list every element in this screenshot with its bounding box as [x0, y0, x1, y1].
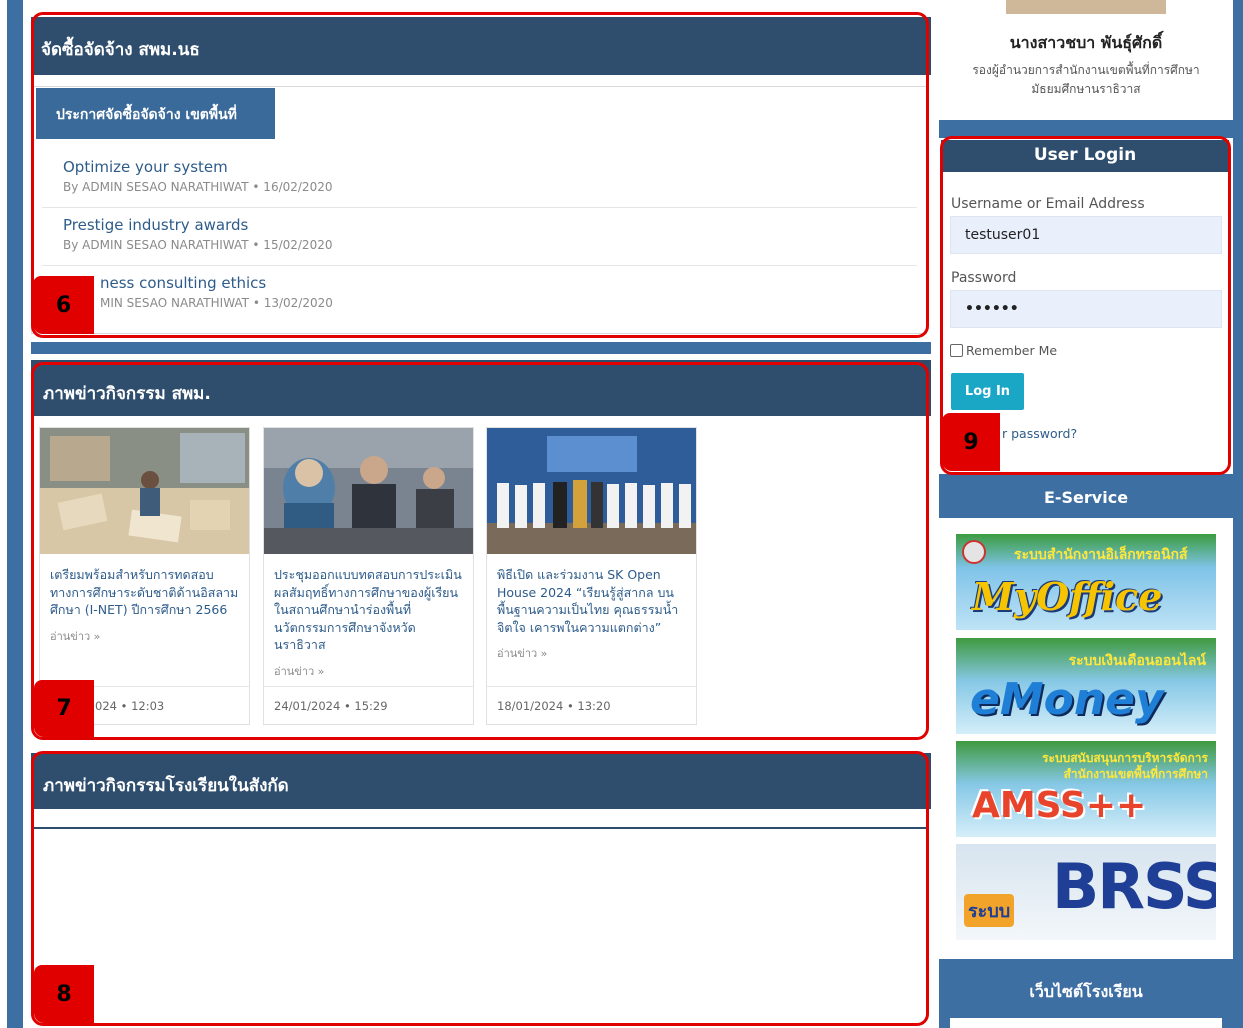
myoffice-icon: [962, 540, 986, 564]
list-item[interactable]: Optimize your system By ADMIN SESAO NARA…: [42, 158, 917, 208]
procurement-title: จัดซื้อจัดจ้าง สพม.นธ: [41, 40, 200, 60]
news-card-date: 024: [95, 699, 117, 713]
section-divider: [31, 342, 931, 354]
profile-name: นางสาวชบา พันธุ์ศักดิ์: [1009, 33, 1163, 52]
news-card-time: 13:20: [577, 699, 611, 713]
post-meta: By ADMIN SESAO NARATHIWAT • 16/02/2020: [63, 180, 333, 194]
post-meta: MIN SESAO NARATHIWAT • 13/02/2020: [100, 296, 333, 310]
post-title[interactable]: Optimize your system: [63, 158, 917, 176]
column-gap: [931, 0, 939, 1028]
password-input[interactable]: ••••••: [950, 290, 1222, 328]
schools-header: ภาพข่าวกิจกรรมโรงเรียนในสังกัด: [31, 753, 931, 809]
procurement-tab[interactable]: ประกาศจัดซื้อจัดจ้าง เขตพื้นที่: [36, 88, 275, 139]
school-sites-title: เว็บไซต์โรงเรียน: [1029, 982, 1143, 1001]
profile-card: [939, 0, 1233, 120]
forgot-password-link[interactable]: r password?: [1002, 426, 1077, 441]
myoffice-banner[interactable]: ระบบสำนักงานอิเล็กทรอนิกส์ MyOffice: [956, 534, 1216, 630]
profile-role-1: รองผู้อำนวยการสำนักงานเขตพื้นที่การศึกษา: [972, 63, 1200, 77]
profile-photo: [1006, 0, 1166, 14]
myoffice-caption: ระบบสำนักงานอิเล็กทรอนิกส์: [1014, 547, 1188, 563]
list-item[interactable]: ness consulting ethics MIN SESAO NARATHI…: [42, 274, 917, 324]
profile-role-2: มัธยมศึกษานราธิวาส: [1031, 82, 1141, 96]
news-card-date: 18/01/2024: [497, 699, 564, 713]
myoffice-logo: MyOffice: [972, 574, 1163, 619]
password-label: Password: [951, 270, 1017, 286]
news-card-title[interactable]: เตรียมพร้อมสำหรับการทดสอบทางการศึกษาระดั…: [40, 554, 249, 619]
annotation-badge-9: 9: [942, 413, 1000, 471]
post-title[interactable]: Prestige industry awards: [63, 216, 917, 234]
schools-body: [31, 827, 927, 1023]
news-card-footer: 24/01/2024 • 15:29: [264, 686, 473, 724]
news-title: ภาพข่าวกิจกรรม สพม.: [43, 384, 211, 404]
procurement-tab-label: ประกาศจัดซื้อจัดจ้าง เขตพื้นที่: [56, 107, 237, 123]
emoney-banner[interactable]: ระบบเงินเดือนออนไลน์ eMoney: [956, 638, 1216, 734]
schools-title: ภาพข่าวกิจกรรมโรงเรียนในสังกัด: [43, 776, 289, 796]
eservice-title: E-Service: [1043, 488, 1129, 507]
remember-checkbox[interactable]: [950, 344, 963, 357]
remember-row: Remember Me: [950, 343, 1057, 358]
annotation-badge-8: 8: [34, 965, 94, 1023]
news-photo[interactable]: [264, 428, 473, 554]
login-header: User Login: [941, 140, 1229, 172]
emoney-logo: eMoney: [970, 674, 1164, 725]
read-more-link[interactable]: อ่านข่าว »: [264, 654, 473, 680]
post-title[interactable]: ness consulting ethics: [100, 274, 917, 292]
news-photo[interactable]: [40, 428, 249, 554]
brss-logo: BRSS: [1052, 850, 1216, 923]
amss-banner[interactable]: ระบบสนับสนุนการบริหารจัดการ สำนักงานเขตพ…: [956, 741, 1216, 837]
news-card[interactable]: พิธีเปิด และร่วมงาน SK Open House 2024 “…: [486, 427, 697, 725]
emoney-caption: ระบบเงินเดือนออนไลน์: [1068, 653, 1206, 669]
login-title: User Login: [1033, 145, 1137, 165]
news-photo[interactable]: [487, 428, 696, 554]
username-label: Username or Email Address: [951, 196, 1145, 212]
list-item[interactable]: Prestige industry awards By ADMIN SESAO …: [42, 216, 917, 266]
left-strip-accent: [7, 0, 23, 1028]
school-sites-card: [950, 1018, 1222, 1028]
news-card-date: 24/01/2024: [274, 699, 341, 713]
news-card-title[interactable]: พิธีเปิด และร่วมงาน SK Open House 2024 “…: [487, 554, 696, 636]
annotation-badge-7: 7: [34, 680, 94, 737]
news-header: ภาพข่าวกิจกรรม สพม.: [31, 360, 931, 416]
username-input[interactable]: testuser01: [950, 216, 1222, 254]
read-more-link[interactable]: อ่านข่าว »: [487, 636, 696, 662]
brss-banner[interactable]: ระบบ BRSS: [956, 844, 1216, 940]
news-card-time: 15:29: [354, 699, 388, 713]
amss-logo: AMSS++: [972, 785, 1147, 826]
brss-prefix: ระบบ: [964, 894, 1015, 927]
remember-label: Remember Me: [966, 343, 1058, 358]
read-more-link[interactable]: อ่านข่าว »: [40, 619, 249, 645]
annotation-badge-6: 6: [33, 276, 94, 334]
news-card-time: 12:03: [131, 699, 165, 713]
procurement-header: จัดซื้อจัดจ้าง สพม.นธ: [31, 17, 931, 75]
post-meta: By ADMIN SESAO NARATHIWAT • 15/02/2020: [63, 238, 333, 252]
login-button[interactable]: Log In: [951, 373, 1024, 410]
amss-caption-2: สำนักงานเขตพื้นที่การศึกษา: [1063, 767, 1208, 781]
news-card-title[interactable]: ประชุมออกแบบทดสอบการประเมินผลสัมฤทธิ์ทาง…: [264, 554, 473, 654]
news-card[interactable]: ประชุมออกแบบทดสอบการประเมินผลสัมฤทธิ์ทาง…: [263, 427, 474, 725]
news-card-footer: 18/01/2024 • 13:20: [487, 686, 696, 724]
